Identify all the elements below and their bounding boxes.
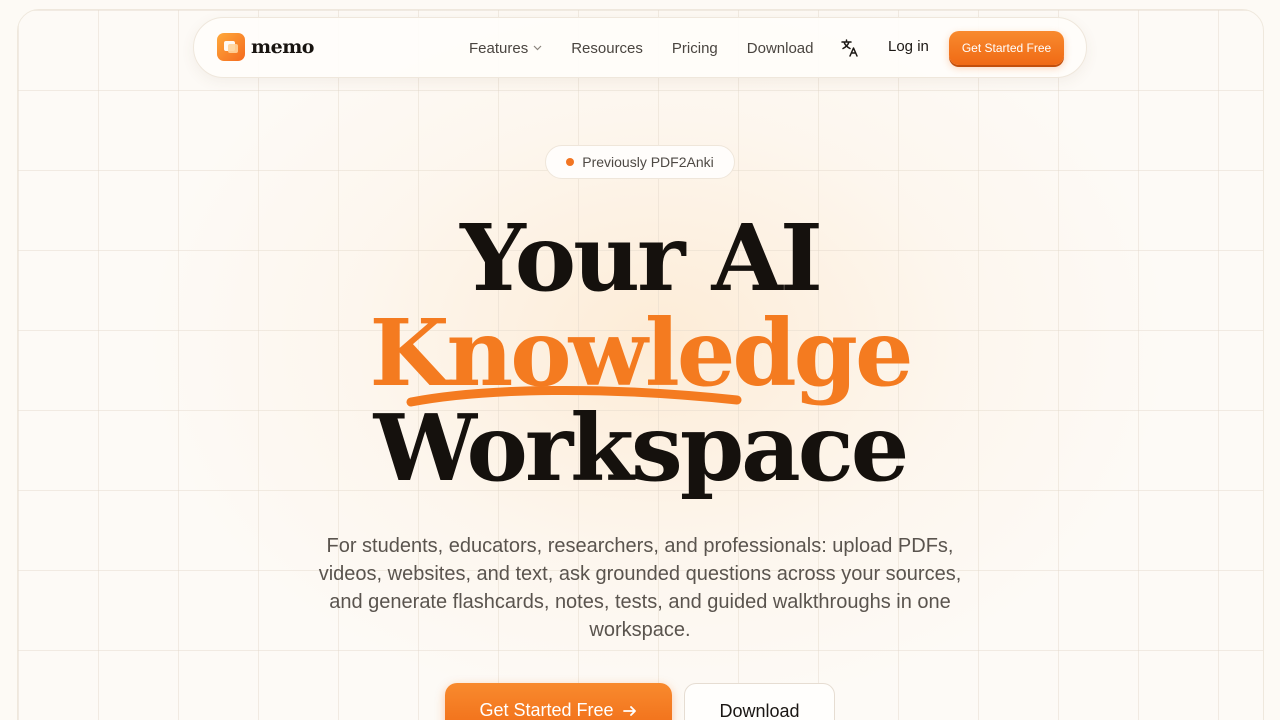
nav-link-features[interactable]: Features bbox=[469, 40, 542, 57]
get-started-button[interactable]: Get Started Free bbox=[445, 683, 672, 720]
hero-subtitle: For students, educators, researchers, an… bbox=[318, 535, 962, 641]
badge-dot bbox=[566, 158, 575, 166]
download-button[interactable]: Download bbox=[684, 683, 835, 720]
nav-link-label: Features bbox=[469, 40, 529, 57]
badge-text: Previously PDF2Anki bbox=[582, 154, 714, 170]
nav-links: Features Resources Pricing Download bbox=[469, 18, 842, 79]
previously-badge: Previously PDF2Anki bbox=[545, 145, 735, 179]
chevron-down-icon bbox=[533, 43, 542, 54]
headline-line-1: Your AI bbox=[460, 204, 823, 312]
nav-link-pricing[interactable]: Pricing bbox=[672, 40, 718, 57]
arrow-right-icon bbox=[622, 700, 638, 720]
nav-link-resources[interactable]: Resources bbox=[571, 40, 643, 57]
nav-get-started-button[interactable]: Get Started Free bbox=[949, 31, 1064, 65]
brand-name: memo bbox=[251, 36, 314, 58]
translate-icon[interactable] bbox=[840, 38, 860, 58]
headline-line-3: Workspace bbox=[373, 394, 910, 502]
memo-logo-icon bbox=[217, 33, 245, 61]
top-navbar: memo Features Resources Pricing Download… bbox=[193, 17, 1087, 78]
get-started-label: Get Started Free bbox=[479, 700, 614, 720]
nav-link-download[interactable]: Download bbox=[747, 40, 814, 57]
login-link[interactable]: Log in bbox=[888, 38, 929, 55]
brand-logo[interactable]: memo bbox=[217, 33, 314, 61]
